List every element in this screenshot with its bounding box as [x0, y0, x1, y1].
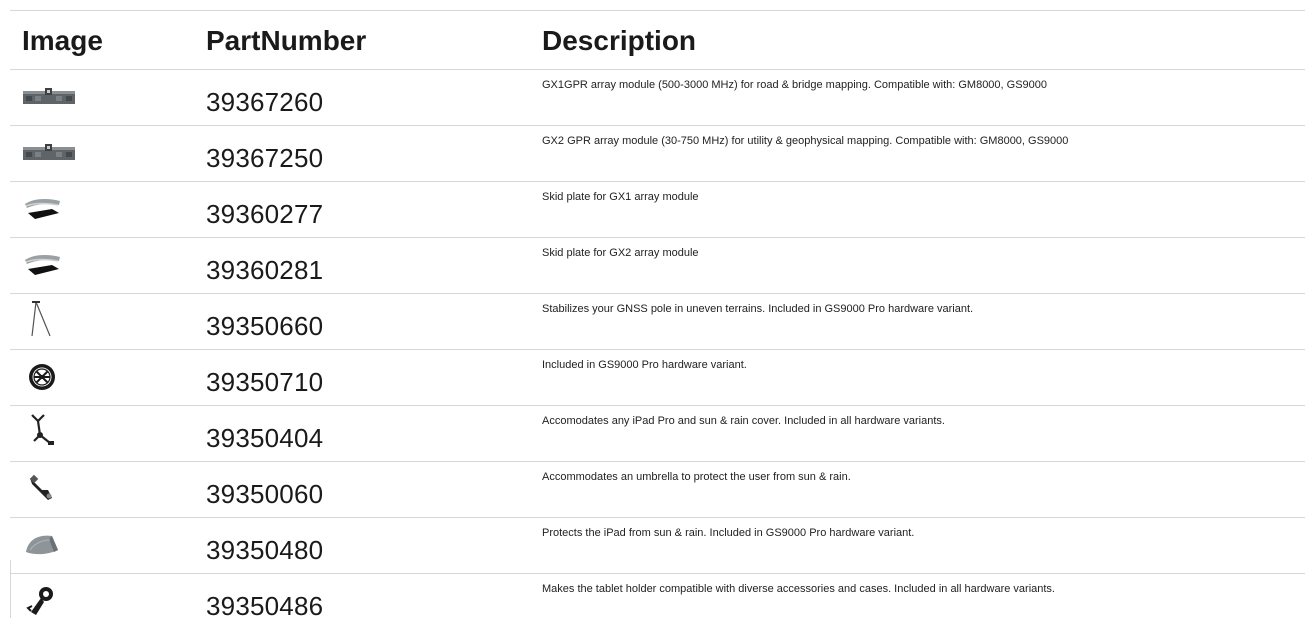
table-row: 39350486 Makes the tablet holder compati…	[10, 574, 1305, 629]
parts-table: Image PartNumber Description 39367260 GX…	[10, 10, 1305, 629]
part-description: Skid plate for GX2 array module	[542, 247, 699, 259]
column-header-image: Image	[22, 25, 103, 56]
table-left-border	[10, 560, 11, 618]
part-number: 39350480	[206, 535, 324, 565]
ipad-cover-icon[interactable]	[22, 530, 76, 560]
column-header-part-number: PartNumber	[206, 25, 367, 56]
umbrella-holder-icon[interactable]	[22, 474, 76, 504]
part-number: 39350486	[206, 591, 324, 621]
part-description: Makes the tablet holder compatible with …	[542, 583, 1055, 595]
part-description: GX2 GPR array module (30-750 MHz) for ut…	[542, 135, 1069, 147]
pole-stabilizer-icon[interactable]	[22, 301, 76, 337]
table-row: 39350060 Accommodates an umbrella to pro…	[10, 462, 1305, 518]
part-number: 39367260	[206, 87, 324, 117]
ipad-holder-icon[interactable]	[22, 413, 76, 448]
wheel-icon[interactable]	[22, 362, 76, 392]
part-description: Accomodates any iPad Pro and sun & rain …	[542, 415, 945, 427]
skid-plate-icon[interactable]	[22, 250, 76, 280]
table-row: 39360281 Skid plate for GX2 array module	[10, 238, 1305, 294]
part-number: 39350060	[206, 479, 324, 509]
table-header: Image PartNumber Description	[10, 10, 1305, 70]
table-row: 39350480 Protects the iPad from sun & ra…	[10, 518, 1305, 574]
part-description: Included in GS9000 Pro hardware variant.	[542, 359, 747, 371]
table-row: 39360277 Skid plate for GX1 array module	[10, 182, 1305, 238]
tablet-adapter-icon[interactable]	[22, 586, 76, 616]
table-row: 39367250 GX2 GPR array module (30-750 MH…	[10, 126, 1305, 182]
part-number: 39350404	[206, 423, 324, 453]
part-number: 39350710	[206, 367, 324, 397]
table-row: 39350710 Included in GS9000 Pro hardware…	[10, 350, 1305, 406]
table-row: 39367260 GX1GPR array module (500-3000 M…	[10, 70, 1305, 126]
part-description: GX1GPR array module (500-3000 MHz) for r…	[542, 79, 1048, 91]
column-header-description: Description	[542, 25, 697, 56]
part-description: Skid plate for GX1 array module	[542, 191, 699, 203]
part-number: 39360281	[206, 255, 324, 285]
part-number: 39360277	[206, 199, 324, 229]
gpr-array-module-icon[interactable]	[22, 82, 76, 112]
part-description: Stabilizes your GNSS pole in uneven terr…	[542, 303, 974, 315]
part-description: Protects the iPad from sun & rain. Inclu…	[542, 527, 915, 539]
gpr-array-module-icon[interactable]	[22, 138, 76, 168]
table-row: 39350404 Accomodates any iPad Pro and su…	[10, 406, 1305, 462]
part-number: 39350660	[206, 311, 324, 341]
part-number: 39367250	[206, 143, 324, 173]
part-description: Accommodates an umbrella to protect the …	[542, 471, 851, 483]
skid-plate-icon[interactable]	[22, 194, 76, 224]
table-row: 39350660 Stabilizes your GNSS pole in un…	[10, 294, 1305, 350]
